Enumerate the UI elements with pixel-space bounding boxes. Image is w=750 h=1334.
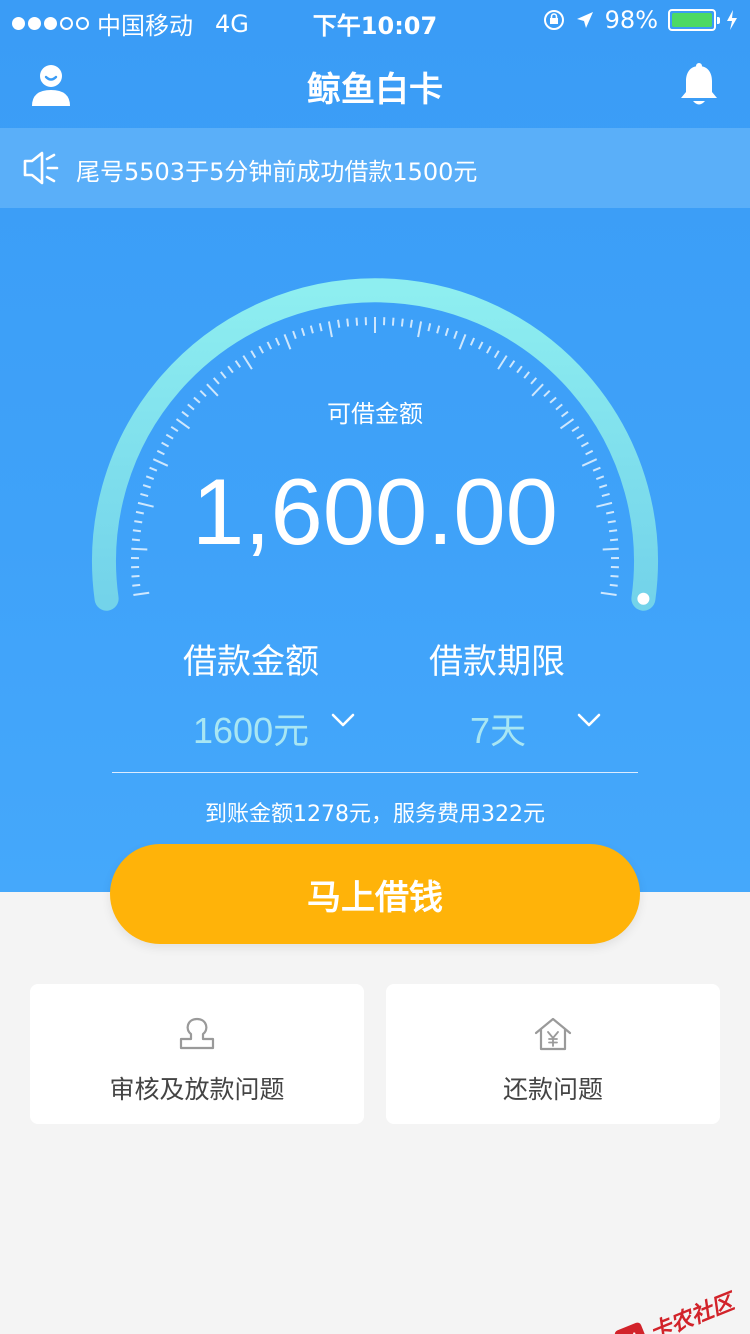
gauge-tick [436, 325, 441, 334]
gauge-tick [337, 319, 341, 328]
gauge-tick [409, 319, 413, 328]
available-amount-value: 1,600.00 [192, 459, 558, 564]
gauge-tick [516, 365, 523, 374]
gauge-tick [133, 591, 150, 596]
gauge-tick [131, 575, 140, 578]
gauge-tick [609, 583, 618, 587]
battery-percent: 98% [604, 6, 658, 34]
chevron-down-icon[interactable] [577, 712, 601, 728]
available-amount-label: 可借金额 [327, 400, 423, 428]
gauge-tick [258, 345, 264, 354]
loan-amount-select[interactable]: 1600元 [193, 702, 309, 754]
notice-text: 尾号5503于5分钟前成功借款1500元 [76, 158, 478, 186]
repayment-faq-card[interactable]: 还款问题 [386, 984, 720, 1124]
gauge-tick [453, 330, 458, 340]
gauge-tick [355, 317, 359, 326]
gauge-tick [283, 334, 292, 350]
gauge-tick [530, 377, 538, 385]
gauge-tick [508, 360, 516, 368]
gauge-tick [161, 441, 170, 448]
credit-gauge: 可借金额 1,600.00 [0, 208, 750, 628]
gauge-tick [585, 449, 594, 456]
chevron-down-icon[interactable] [331, 712, 355, 728]
gauge-tick [234, 360, 242, 368]
gauge-tick [497, 355, 508, 370]
gauge-tick [220, 371, 227, 379]
charging-bolt-icon [727, 10, 737, 30]
gauge-tick [250, 350, 257, 359]
gauge-tick [580, 441, 589, 448]
gauge-tick [274, 337, 281, 346]
location-arrow-icon [576, 12, 593, 28]
gauge-tick [346, 318, 350, 327]
gauge-tick [444, 327, 450, 337]
gauge-tick [212, 377, 220, 385]
gauge-tick [266, 341, 272, 350]
review-disbursement-faq-card[interactable]: 审核及放款问题 [30, 984, 364, 1124]
card-label: 还款问题 [502, 1075, 603, 1104]
yuan-house-icon [534, 1017, 572, 1051]
gauge-tick [227, 365, 234, 374]
orientation-lock-icon [543, 10, 564, 30]
watermark-logo-icon: ✕ [613, 1321, 651, 1334]
gauge-tick [458, 334, 467, 350]
gauge-tick [132, 583, 141, 587]
stamp-icon [179, 1017, 215, 1050]
borrow-now-button[interactable]: 马上借钱 [110, 844, 640, 944]
battery-icon [668, 9, 720, 31]
gauge-tick [523, 371, 530, 379]
gauge-tick [327, 321, 333, 338]
gauge-tick [400, 318, 404, 327]
gauge-tick [292, 330, 297, 340]
notice-bar[interactable]: 尾号5503于5分钟前成功借款1500元 [0, 128, 750, 208]
gauge-tick [318, 323, 323, 332]
loan-amount-title: 借款金额 [183, 642, 319, 682]
status-bar: 中国移动 4G 下午10:07 98% [0, 0, 750, 40]
gauge-tick [493, 350, 500, 359]
gauge-tick [417, 321, 423, 338]
gauge-tick [469, 337, 476, 346]
gauge-tick [242, 355, 253, 370]
gauge-tick [391, 317, 395, 326]
loan-term-select[interactable]: 7天 [470, 702, 526, 754]
page-title: 鲸鱼白卡 [307, 70, 443, 110]
gauge-tick [300, 327, 306, 337]
watermark: ✕ 卡农社区 [613, 1284, 738, 1334]
gauge-tick [427, 323, 432, 332]
watermark-text: 卡农社区 [646, 1289, 738, 1334]
gauge-tick [478, 341, 484, 350]
loan-selectors: 借款金额 借款期限 1600元 7天 [0, 628, 750, 778]
loan-term-title: 借款期限 [429, 642, 565, 682]
gauge-tick [156, 449, 165, 456]
gauge-tick [576, 433, 585, 440]
nav-bar: 鲸鱼白卡 [0, 40, 750, 128]
card-label: 审核及放款问题 [109, 1075, 285, 1104]
gauge-tick [486, 345, 492, 354]
gauge-tick [165, 433, 174, 440]
gauge-tick [309, 325, 314, 334]
bell-icon[interactable] [678, 62, 720, 108]
gauge-tick [610, 575, 619, 578]
selector-divider [112, 772, 638, 773]
speaker-icon [23, 151, 59, 185]
fee-summary: 到账金额1278元，服务费用322元 [205, 802, 545, 827]
gauge-tick [600, 591, 617, 596]
